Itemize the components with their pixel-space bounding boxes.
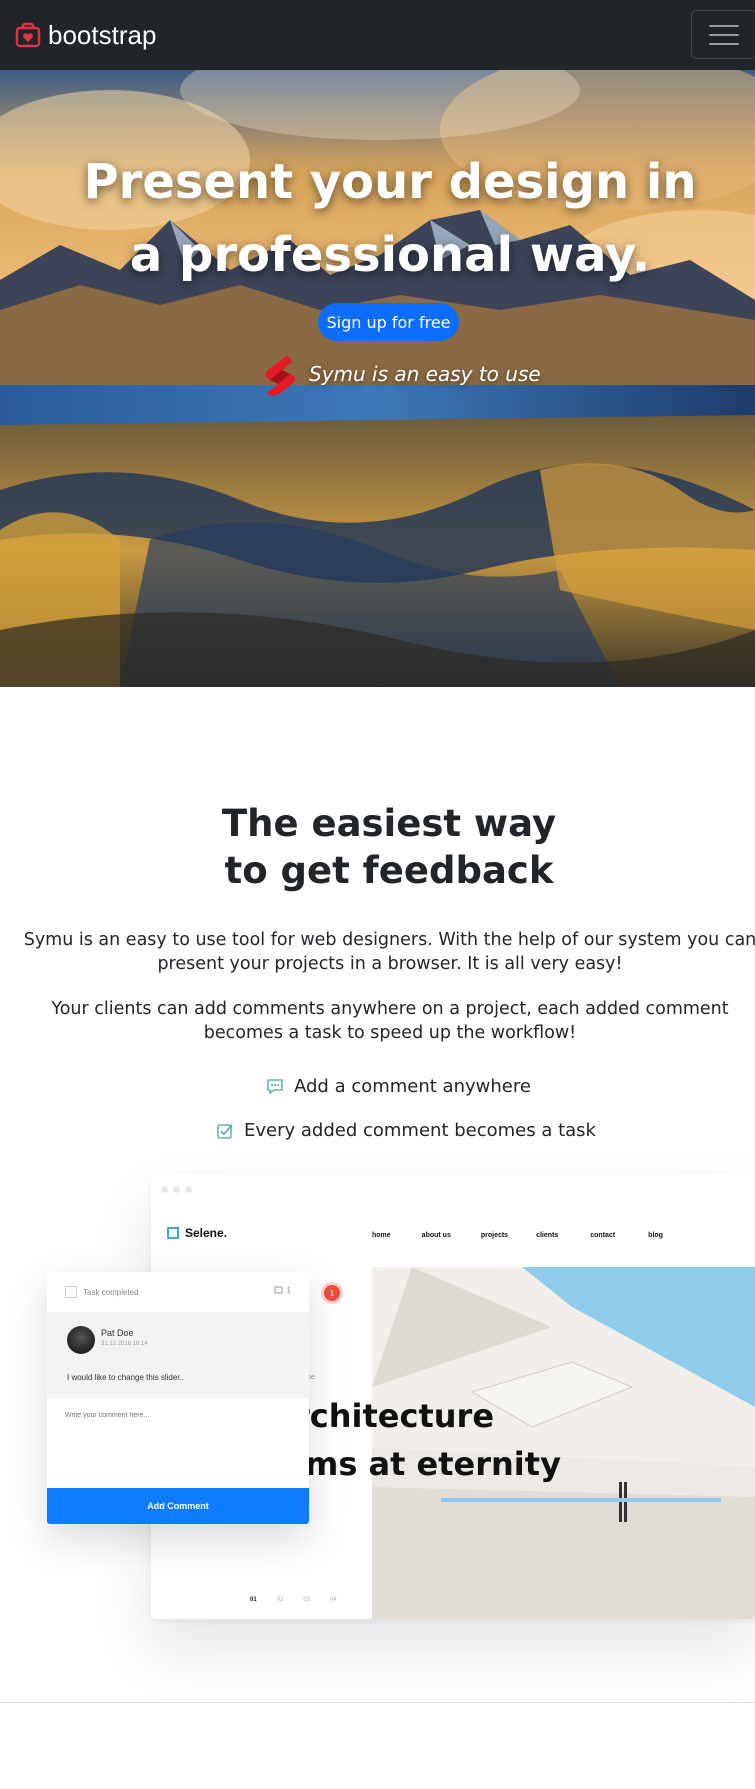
hero-section: Present your design in a professional wa… — [0, 70, 755, 687]
mockup-nav-item[interactable]: projects — [481, 1232, 508, 1239]
architecture-headline: rchitecture ims at eternity — [294, 1397, 561, 1483]
checkbox-icon — [217, 1123, 233, 1139]
navbar-toggler-button[interactable] — [691, 10, 755, 59]
symu-logo-icon — [265, 356, 296, 396]
feature-item-task: Every added comment becomes a task — [216, 1120, 596, 1141]
mockup-brand: Selene. — [167, 1226, 227, 1240]
chat-icon — [267, 1078, 283, 1094]
mockup-nav-item[interactable]: clients — [536, 1232, 558, 1239]
comment-body: Pat Doe 31.12.2016 16:14 I would like to… — [47, 1312, 309, 1398]
task-label: Task completed — [83, 1287, 139, 1297]
mockup-nav-item[interactable]: contact — [590, 1232, 615, 1239]
slider-dot[interactable]: 01 — [250, 1597, 257, 1603]
comment-count: 1 — [274, 1286, 291, 1295]
comment-date: 31.12.2016 16:14 — [101, 1341, 148, 1347]
comment-pin[interactable]: 1 — [324, 1285, 340, 1301]
feature-item-label: Every added comment becomes a task — [244, 1120, 596, 1141]
comment-author: Pat Doe — [101, 1328, 134, 1338]
features-title-line1: The easiest way — [221, 802, 557, 845]
section-divider — [0, 1702, 755, 1703]
selene-logo-icon — [167, 1227, 179, 1239]
features-title-line2: to get feedback — [224, 849, 554, 892]
mockup-nav: home about us projects clients contact b… — [372, 1232, 663, 1239]
comment-text: I would like to change this slider.. — [67, 1373, 184, 1382]
headline-underline — [441, 1498, 721, 1502]
features-paragraph-1: Symu is an easy to use tool for web desi… — [23, 930, 755, 974]
mockup-nav-item[interactable]: blog — [648, 1232, 663, 1239]
navbar: bootstrap — [0, 0, 755, 70]
heart-box-icon — [15, 22, 41, 48]
hamburger-icon — [709, 24, 739, 27]
avatar — [67, 1326, 95, 1354]
hero-title: Present your design in a professional wa… — [83, 154, 697, 283]
slider-pagination: 01 02 03 04 — [250, 1597, 337, 1603]
features-title: The easiest way to get feedback — [0, 800, 755, 894]
mockup-nav-item[interactable]: about us — [422, 1232, 451, 1239]
mockup-nav-item[interactable]: home — [372, 1232, 391, 1239]
brand-name: bootstrap — [48, 19, 157, 50]
signup-button[interactable]: Sign up for free — [318, 303, 459, 341]
hero-tagline: Symu is an easy to use — [309, 362, 541, 386]
comment-card-header: Task completed 1 — [47, 1272, 309, 1312]
comment-input[interactable] — [65, 1412, 285, 1419]
slider-dot[interactable]: 04 — [330, 1597, 337, 1603]
task-checkbox[interactable] — [65, 1286, 77, 1298]
window-dots — [161, 1186, 192, 1193]
feature-item-comment: Add a comment anywhere — [266, 1076, 531, 1097]
brand-link[interactable]: bootstrap — [14, 20, 156, 51]
comment-card: Task completed 1 Pat Doe 31.12.2016 16:1… — [47, 1272, 309, 1524]
features-paragraph-2: Your clients can add comments anywhere o… — [51, 999, 729, 1043]
feature-item-label: Add a comment anywhere — [294, 1076, 531, 1097]
add-comment-button[interactable]: Add Comment — [47, 1488, 309, 1524]
comment-count-icon — [274, 1286, 283, 1294]
slider-dot[interactable]: 03 — [303, 1597, 310, 1603]
slider-dot[interactable]: 02 — [277, 1597, 284, 1603]
